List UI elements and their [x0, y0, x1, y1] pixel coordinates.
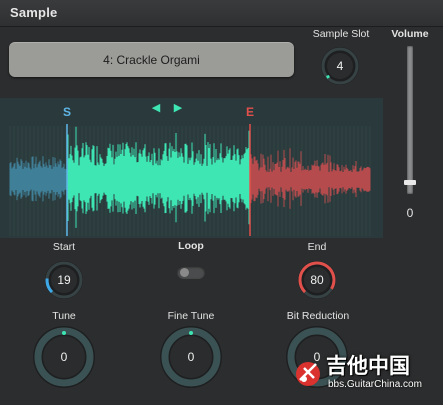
- end-marker[interactable]: E: [246, 105, 254, 119]
- tune-label: Tune: [52, 310, 76, 322]
- start-value: 19: [57, 273, 71, 287]
- fine-tune-label: Fine Tune: [167, 310, 215, 322]
- tune-value: 0: [60, 350, 68, 364]
- sample-slot-label: Sample Slot: [312, 28, 370, 40]
- watermark: 吉他中国 bbs.GuitarChina.com: [294, 350, 443, 400]
- fine-tune-knob[interactable]: 0: [159, 325, 223, 389]
- loop-toggle[interactable]: [177, 266, 205, 279]
- start-knob[interactable]: 19: [43, 259, 85, 301]
- nav-prev-icon[interactable]: ◀: [152, 101, 161, 114]
- sample-slot-value: 4: [336, 59, 344, 73]
- nav-next-icon[interactable]: ▶: [174, 101, 183, 114]
- watermark-url-text: bbs.GuitarChina.com: [328, 379, 422, 390]
- panel-header: Sample: [0, 0, 443, 27]
- volume-value: 0: [406, 206, 414, 220]
- end-value: 80: [310, 273, 324, 287]
- bit-reduction-label: Bit Reduction: [286, 310, 350, 322]
- sample-name-display[interactable]: 4: Crackle Orgami: [9, 42, 294, 77]
- volume-slider-track[interactable]: [407, 46, 413, 194]
- waveform-graph: S E ◀ ▶: [9, 101, 371, 238]
- loop-label: Loop: [178, 240, 204, 252]
- end-knob[interactable]: 80: [296, 259, 338, 301]
- waveform-display[interactable]: S E ◀ ▶: [0, 98, 383, 238]
- loop-toggle-knob: [180, 268, 189, 277]
- volume-slider-thumb[interactable]: [404, 180, 416, 186]
- sample-panel: Sample 4: Crackle Orgami Sample Slot 4 V…: [0, 0, 443, 400]
- fine-tune-value: 0: [187, 350, 195, 364]
- watermark-cn-text: 吉他中国: [326, 354, 410, 378]
- sample-slot-knob[interactable]: 4: [319, 45, 361, 87]
- end-label: End: [307, 241, 327, 253]
- panel-title: Sample: [10, 5, 58, 20]
- volume-label: Volume: [391, 28, 429, 40]
- tune-knob[interactable]: 0: [32, 325, 96, 389]
- start-marker[interactable]: S: [63, 105, 71, 119]
- start-label: Start: [52, 241, 76, 253]
